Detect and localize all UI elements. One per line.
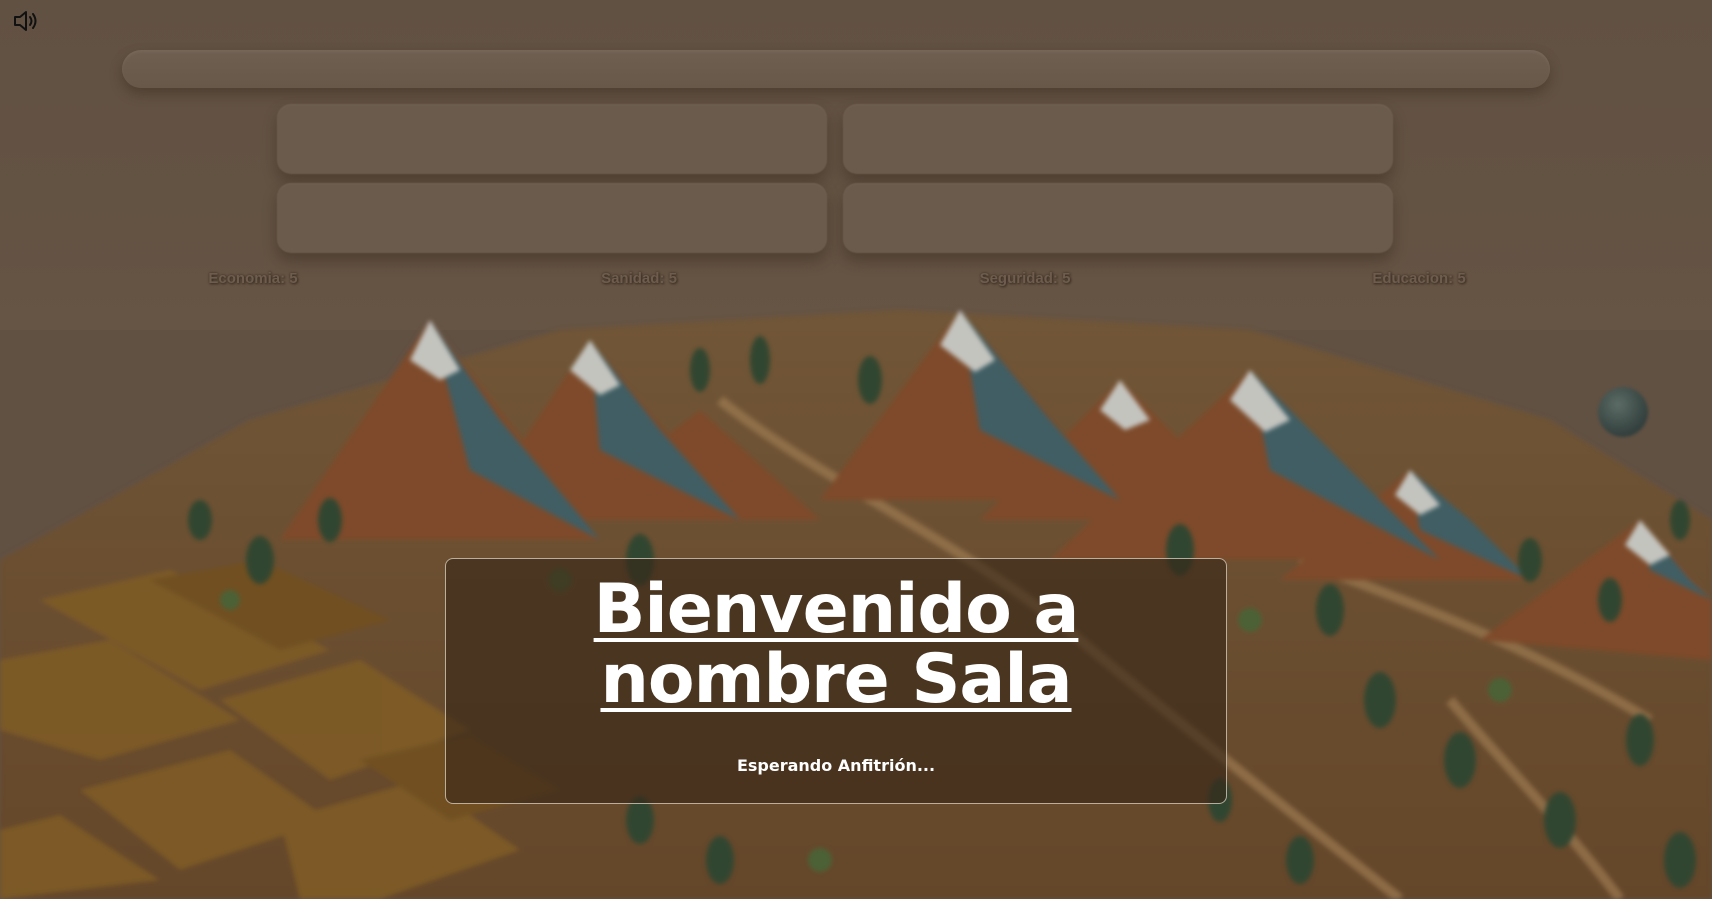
placeholder-card	[277, 104, 827, 174]
stat-sanidad: Sanidad: 5	[601, 270, 677, 287]
waiting-status: Esperando Anfitrión...	[736, 756, 936, 775]
welcome-title: Bienvenido a nombre Sala	[446, 575, 1226, 715]
progress-bar-track	[122, 50, 1550, 88]
placeholder-card	[277, 183, 827, 253]
stat-seguridad: Seguridad: 5	[979, 270, 1071, 287]
stat-economia: Economia: 5	[208, 270, 298, 287]
welcome-title-line-1: Bienvenido a	[593, 570, 1080, 649]
welcome-dialog: Bienvenido a nombre Sala Esperando Anfit…	[445, 558, 1227, 804]
placeholder-card	[843, 183, 1393, 253]
placeholder-card	[843, 104, 1393, 174]
floating-orb	[1598, 387, 1648, 437]
speaker-icon	[14, 11, 37, 31]
stat-educacion: Educacion: 5	[1372, 270, 1466, 287]
sound-toggle-button[interactable]	[10, 6, 42, 36]
welcome-title-line-2: nombre Sala	[600, 640, 1072, 719]
